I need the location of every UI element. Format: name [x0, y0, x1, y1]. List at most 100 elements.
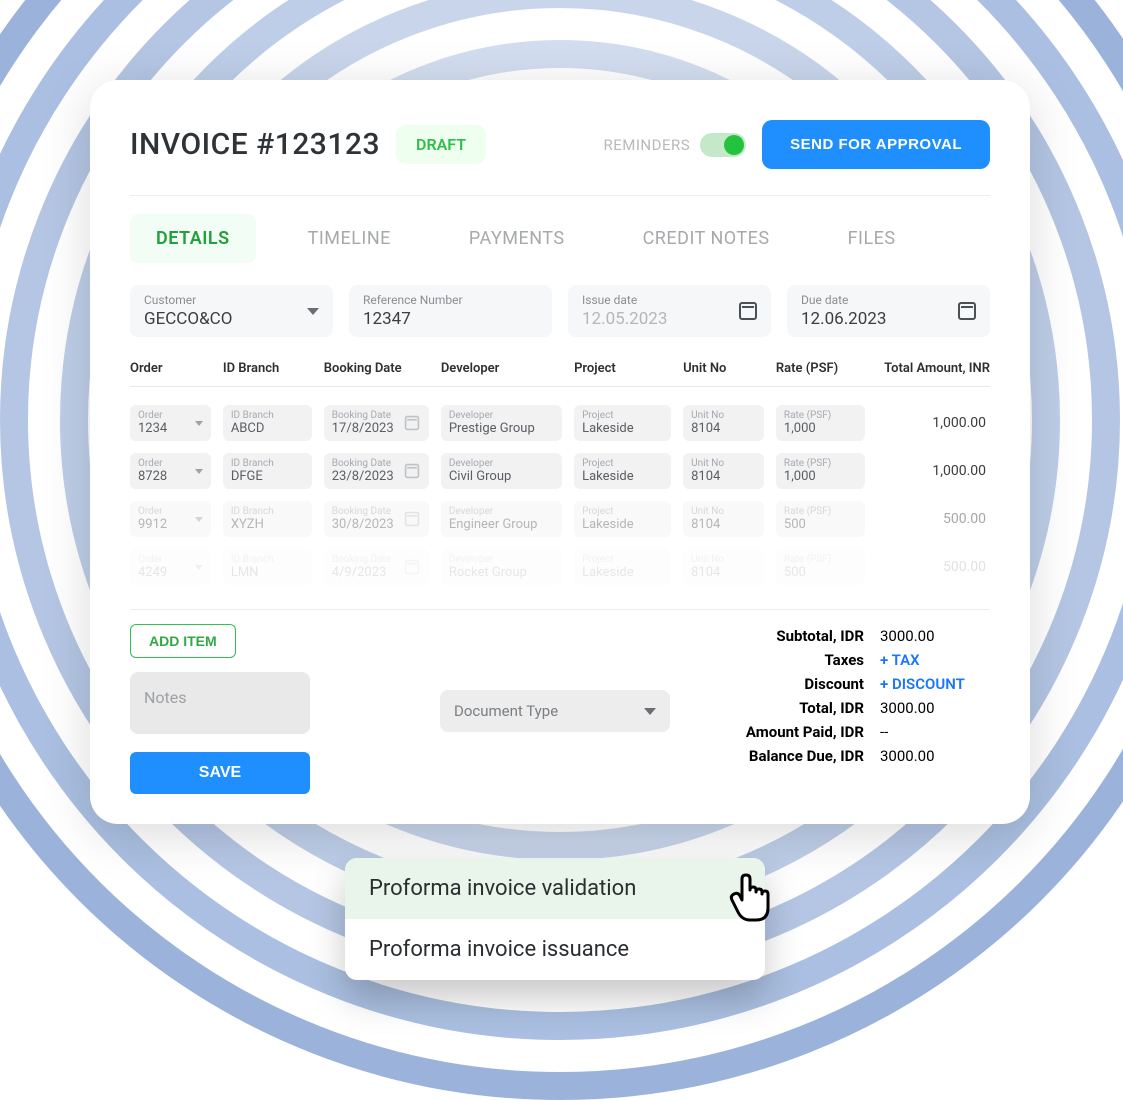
- column-header: Order: [130, 361, 211, 376]
- reference-value: 12347: [363, 309, 463, 329]
- totals-link[interactable]: + DISCOUNT: [880, 675, 990, 693]
- table-cell[interactable]: Rate (PSF)1,000: [776, 405, 865, 441]
- notes-input[interactable]: Notes: [130, 672, 310, 734]
- issue-date-value: 12.05.2023: [582, 309, 667, 329]
- totals-label: Balance Due, IDR: [690, 747, 864, 765]
- table-row: Order1234 ID BranchABCD Booking Date17/8/2…: [130, 399, 990, 447]
- totals-value: 3000.00: [880, 747, 990, 765]
- table-cell[interactable]: Booking Date23/8/2023: [324, 453, 429, 489]
- table-cell[interactable]: ID BranchLMN: [223, 549, 312, 585]
- save-button[interactable]: SAVE: [130, 752, 310, 794]
- customer-label: Customer: [144, 293, 232, 307]
- table-row: Order4249 ID BranchLMN Booking Date4/9/202…: [130, 543, 990, 591]
- calendar-icon: [405, 464, 419, 478]
- totals-row: Balance Due, IDR 3000.00: [690, 744, 990, 768]
- table-cell[interactable]: Rate (PSF)1,000: [776, 453, 865, 489]
- calendar-icon: [405, 416, 419, 430]
- tab-timeline[interactable]: TIMELINE: [282, 214, 417, 263]
- table-row: Order8728 ID BranchDFGE Booking Date23/8/2…: [130, 447, 990, 495]
- table-cell[interactable]: Booking Date30/8/2023: [324, 501, 429, 537]
- chevron-down-icon: [644, 708, 656, 715]
- due-date-label: Due date: [801, 293, 886, 307]
- document-type-dropdown: Proforma invoice validationProforma invo…: [345, 858, 765, 980]
- status-badge: DRAFT: [396, 125, 486, 164]
- totals-row: Taxes + TAX: [690, 648, 990, 672]
- table-row: Order9912 ID BranchXYZH Booking Date30/8/2…: [130, 495, 990, 543]
- amount-cell: 500.00: [877, 559, 990, 575]
- totals-value: 3000.00: [880, 699, 990, 717]
- document-type-label: Document Type: [454, 702, 558, 720]
- table-cell[interactable]: Rate (PSF)500: [776, 501, 865, 537]
- totals-label: Amount Paid, IDR: [690, 723, 864, 741]
- column-header: Developer: [441, 361, 562, 376]
- calendar-icon: [405, 512, 419, 526]
- page-title: INVOICE #123123: [130, 127, 380, 162]
- table-cell[interactable]: Unit No8104: [683, 405, 764, 441]
- column-header: ID Branch: [223, 361, 312, 376]
- table-cell[interactable]: Rate (PSF)500: [776, 549, 865, 585]
- table-cell[interactable]: ID BranchXYZH: [223, 501, 312, 537]
- totals-label: Subtotal, IDR: [690, 627, 864, 645]
- table-cell[interactable]: Order4249: [130, 549, 211, 585]
- table-cell[interactable]: ID BranchDFGE: [223, 453, 312, 489]
- add-item-button[interactable]: ADD ITEM: [130, 624, 236, 658]
- tab-details[interactable]: DETAILS: [130, 214, 256, 263]
- table-cell[interactable]: Order9912: [130, 501, 211, 537]
- tab-files[interactable]: FILES: [822, 214, 922, 263]
- totals-row: Discount+ DISCOUNT: [690, 672, 990, 696]
- table-cell[interactable]: ProjectLakeside: [574, 405, 671, 441]
- totals-row: Total, IDR 3000.00: [690, 696, 990, 720]
- table-cell[interactable]: ID BranchABCD: [223, 405, 312, 441]
- document-type-select[interactable]: Document Type: [440, 690, 670, 732]
- amount-cell: 1,000.00: [877, 415, 990, 431]
- table-cell[interactable]: Order1234: [130, 405, 211, 441]
- totals-row: Amount Paid, IDR --: [690, 720, 990, 744]
- table-cell[interactable]: Unit No8104: [683, 453, 764, 489]
- calendar-icon: [405, 560, 419, 574]
- table-cell[interactable]: Unit No8104: [683, 501, 764, 537]
- table-cell[interactable]: ProjectLakeside: [574, 549, 671, 585]
- reminders-toggle[interactable]: [700, 133, 746, 157]
- calendar-icon: [958, 302, 976, 320]
- totals-value: --: [880, 723, 990, 741]
- table-cell[interactable]: Booking Date4/9/2023: [324, 549, 429, 585]
- send-for-approval-button[interactable]: SEND FOR APPROVAL: [762, 120, 990, 169]
- chevron-down-icon: [195, 421, 203, 426]
- issue-date-input[interactable]: Issue date 12.05.2023: [568, 285, 771, 337]
- amount-cell: 500.00: [877, 511, 990, 527]
- totals-link[interactable]: + TAX: [880, 651, 990, 669]
- divider: [130, 609, 990, 610]
- table-cell[interactable]: Order8728: [130, 453, 211, 489]
- reminders-label: REMINDERS: [603, 136, 690, 154]
- invoice-card: INVOICE #123123 DRAFT REMINDERS SEND FOR…: [90, 80, 1030, 824]
- reference-label: Reference Number: [363, 293, 463, 307]
- table-cell[interactable]: DeveloperCivil Group: [441, 453, 562, 489]
- totals-label: Total, IDR: [690, 699, 864, 717]
- table-cell[interactable]: DeveloperRocket Group: [441, 549, 562, 585]
- dropdown-option[interactable]: Proforma invoice validation: [345, 858, 765, 919]
- customer-select[interactable]: Customer GECCO&CO: [130, 285, 333, 337]
- table-cell[interactable]: Unit No8104: [683, 549, 764, 585]
- table-cell[interactable]: Booking Date17/8/2023: [324, 405, 429, 441]
- divider: [130, 195, 990, 196]
- dropdown-option[interactable]: Proforma invoice issuance: [345, 919, 765, 980]
- table-cell[interactable]: DeveloperEngineer Group: [441, 501, 562, 537]
- totals-row: Subtotal, IDR3000.00: [690, 624, 990, 648]
- cursor-hand-icon: [720, 870, 780, 930]
- reference-input[interactable]: Reference Number 12347: [349, 285, 552, 337]
- chevron-down-icon: [307, 308, 319, 315]
- chevron-down-icon: [195, 517, 203, 522]
- table-cell[interactable]: ProjectLakeside: [574, 501, 671, 537]
- customer-value: GECCO&CO: [144, 309, 232, 329]
- tab-payments[interactable]: PAYMENTS: [443, 214, 591, 263]
- column-header: Total Amount, INR: [877, 361, 990, 376]
- totals-label: Taxes: [690, 651, 864, 669]
- amount-cell: 1,000.00: [877, 463, 990, 479]
- due-date-input[interactable]: Due date 12.06.2023: [787, 285, 990, 337]
- tab-credit-notes[interactable]: CREDIT NOTES: [617, 214, 796, 263]
- table-cell[interactable]: ProjectLakeside: [574, 453, 671, 489]
- chevron-down-icon: [195, 469, 203, 474]
- table-cell[interactable]: DeveloperPrestige Group: [441, 405, 562, 441]
- issue-date-label: Issue date: [582, 293, 667, 307]
- chevron-down-icon: [195, 565, 203, 570]
